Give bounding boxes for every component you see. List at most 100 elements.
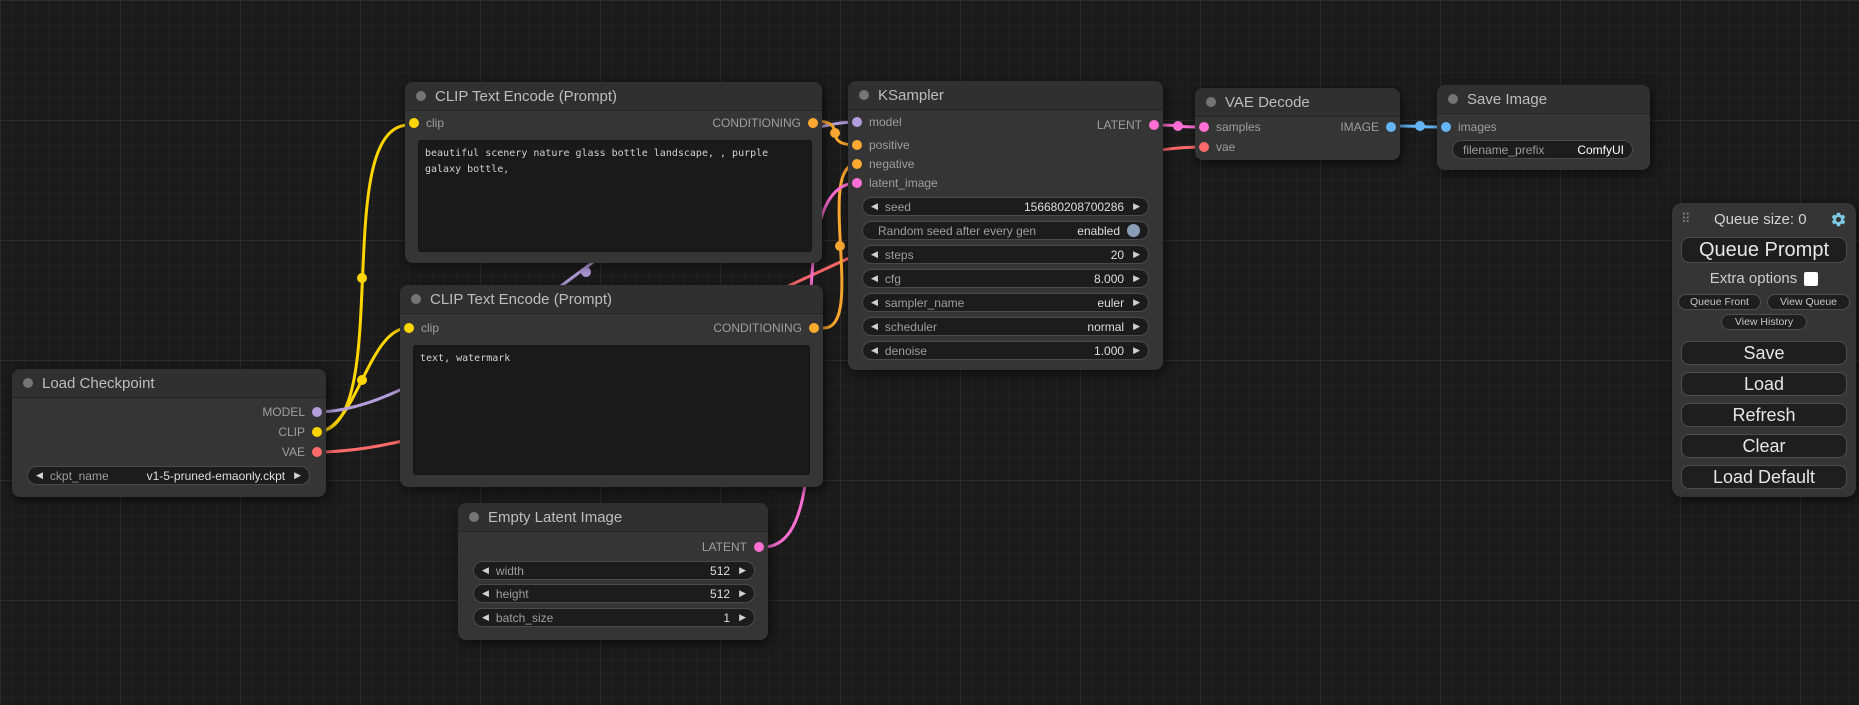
- node-header[interactable]: CLIP Text Encode (Prompt): [400, 285, 823, 314]
- decrement-arrow-icon[interactable]: ◀: [871, 250, 878, 259]
- model-output-dot[interactable]: [312, 407, 322, 417]
- node-header[interactable]: Empty Latent Image: [458, 503, 768, 532]
- increment-arrow-icon[interactable]: ▶: [1133, 202, 1140, 211]
- clip-output-dot[interactable]: [312, 427, 322, 437]
- collapse-dot-icon[interactable]: [859, 90, 869, 100]
- load-button[interactable]: Load: [1681, 372, 1847, 396]
- increment-arrow-icon[interactable]: ▶: [739, 613, 746, 622]
- increment-arrow-icon[interactable]: ▶: [294, 471, 301, 480]
- slot-label: clip: [421, 321, 439, 335]
- height-widget[interactable]: ◀ height 512 ▶: [473, 584, 755, 603]
- steps-widget[interactable]: ◀ steps 20 ▶: [862, 245, 1149, 264]
- scheduler-widget[interactable]: ◀ scheduler normal ▶: [862, 317, 1149, 336]
- negative-input-dot[interactable]: [852, 159, 862, 169]
- node-header[interactable]: CLIP Text Encode (Prompt): [405, 82, 822, 111]
- node-save-image[interactable]: Save Image images filename_prefix ComfyU…: [1437, 85, 1650, 170]
- decrement-arrow-icon[interactable]: ◀: [871, 322, 878, 331]
- node-clip-text-encode-negative[interactable]: CLIP Text Encode (Prompt) clip CONDITION…: [400, 285, 823, 487]
- clip-input-dot[interactable]: [409, 118, 419, 128]
- widget-label: batch_size: [496, 611, 553, 625]
- latent-output-dot[interactable]: [1149, 120, 1159, 130]
- slot-label: LATENT: [702, 540, 747, 554]
- latent-output-dot[interactable]: [754, 542, 764, 552]
- increment-arrow-icon[interactable]: ▶: [739, 589, 746, 598]
- negative-prompt-textarea[interactable]: text, watermark: [413, 345, 810, 475]
- node-header[interactable]: KSampler: [848, 81, 1163, 110]
- widget-value: 512: [710, 587, 730, 601]
- node-load-checkpoint[interactable]: Load Checkpoint MODEL CLIP VAE ◀ ckpt_na…: [12, 369, 326, 497]
- node-header[interactable]: VAE Decode: [1195, 88, 1400, 117]
- input-vae: vae: [1199, 139, 1235, 155]
- batch-size-widget[interactable]: ◀ batch_size 1 ▶: [473, 608, 755, 627]
- collapse-dot-icon[interactable]: [1448, 94, 1458, 104]
- denoise-widget[interactable]: ◀ denoise 1.000 ▶: [862, 341, 1149, 360]
- increment-arrow-icon[interactable]: ▶: [739, 566, 746, 575]
- node-empty-latent-image[interactable]: Empty Latent Image LATENT ◀ width 512 ▶ …: [458, 503, 768, 640]
- refresh-button[interactable]: Refresh: [1681, 403, 1847, 427]
- model-input-dot[interactable]: [852, 117, 862, 127]
- latent-image-input-dot[interactable]: [852, 178, 862, 188]
- random-seed-widget[interactable]: Random seed after every gen enabled: [862, 221, 1149, 240]
- load-default-button[interactable]: Load Default: [1681, 465, 1847, 489]
- view-history-button[interactable]: View History: [1721, 314, 1807, 330]
- collapse-dot-icon[interactable]: [23, 378, 33, 388]
- widget-value: 20: [1111, 248, 1124, 262]
- increment-arrow-icon[interactable]: ▶: [1133, 346, 1140, 355]
- collapse-dot-icon[interactable]: [469, 512, 479, 522]
- node-title: CLIP Text Encode (Prompt): [435, 88, 617, 105]
- input-clip: clip: [409, 115, 444, 131]
- decrement-arrow-icon[interactable]: ◀: [36, 471, 43, 480]
- clip-input-dot[interactable]: [404, 323, 414, 333]
- increment-arrow-icon[interactable]: ▶: [1133, 298, 1140, 307]
- node-header[interactable]: Load Checkpoint: [12, 369, 326, 398]
- vae-output-dot[interactable]: [312, 447, 322, 457]
- sampler-name-widget[interactable]: ◀ sampler_name euler ▶: [862, 293, 1149, 312]
- filename-prefix-widget[interactable]: filename_prefix ComfyUI: [1452, 140, 1633, 159]
- decrement-arrow-icon[interactable]: ◀: [482, 589, 489, 598]
- seed-widget[interactable]: ◀ seed 156680208700286 ▶: [862, 197, 1149, 216]
- drag-handle-icon[interactable]: ⠿: [1681, 211, 1691, 227]
- node-header[interactable]: Save Image: [1437, 85, 1650, 114]
- decrement-arrow-icon[interactable]: ◀: [482, 566, 489, 575]
- queue-front-button[interactable]: Queue Front: [1678, 294, 1761, 310]
- view-queue-button[interactable]: View Queue: [1767, 294, 1850, 310]
- decrement-arrow-icon[interactable]: ◀: [871, 346, 878, 355]
- widget-value: v1-5-pruned-emaonly.ckpt: [147, 469, 286, 483]
- enabled-toggle[interactable]: [1127, 224, 1140, 237]
- queue-prompt-button[interactable]: Queue Prompt: [1681, 237, 1847, 263]
- collapse-dot-icon[interactable]: [411, 294, 421, 304]
- decrement-arrow-icon[interactable]: ◀: [871, 202, 878, 211]
- ckpt-name-widget[interactable]: ◀ ckpt_name v1-5-pruned-emaonly.ckpt ▶: [27, 466, 310, 485]
- width-widget[interactable]: ◀ width 512 ▶: [473, 561, 755, 580]
- decrement-arrow-icon[interactable]: ◀: [871, 298, 878, 307]
- cfg-widget[interactable]: ◀ cfg 8.000 ▶: [862, 269, 1149, 288]
- images-input-dot[interactable]: [1441, 122, 1451, 132]
- node-vae-decode[interactable]: VAE Decode samples vae IMAGE: [1195, 88, 1400, 160]
- increment-arrow-icon[interactable]: ▶: [1133, 274, 1140, 283]
- output-latent: LATENT: [702, 539, 764, 555]
- collapse-dot-icon[interactable]: [416, 91, 426, 101]
- slot-label: CONDITIONING: [713, 321, 802, 335]
- node-ksampler[interactable]: KSampler model positive negative latent_…: [848, 81, 1163, 370]
- output-conditioning: CONDITIONING: [713, 320, 819, 336]
- clear-button[interactable]: Clear: [1681, 434, 1847, 458]
- save-button[interactable]: Save: [1681, 341, 1847, 365]
- widget-label: seed: [885, 200, 911, 214]
- decrement-arrow-icon[interactable]: ◀: [871, 274, 878, 283]
- conditioning-output-dot[interactable]: [808, 118, 818, 128]
- conditioning-output-dot[interactable]: [809, 323, 819, 333]
- increment-arrow-icon[interactable]: ▶: [1133, 322, 1140, 331]
- slot-label: positive: [869, 138, 910, 152]
- image-output-dot[interactable]: [1386, 122, 1396, 132]
- queue-size-label: Queue size: 0: [1691, 211, 1830, 228]
- vae-input-dot[interactable]: [1199, 142, 1209, 152]
- samples-input-dot[interactable]: [1199, 122, 1209, 132]
- increment-arrow-icon[interactable]: ▶: [1133, 250, 1140, 259]
- positive-input-dot[interactable]: [852, 140, 862, 150]
- settings-gear-icon[interactable]: [1830, 211, 1847, 228]
- positive-prompt-textarea[interactable]: beautiful scenery nature glass bottle la…: [418, 140, 812, 252]
- decrement-arrow-icon[interactable]: ◀: [482, 613, 489, 622]
- node-clip-text-encode-positive[interactable]: CLIP Text Encode (Prompt) clip CONDITION…: [405, 82, 822, 263]
- collapse-dot-icon[interactable]: [1206, 97, 1216, 107]
- extra-options-checkbox[interactable]: [1804, 272, 1818, 286]
